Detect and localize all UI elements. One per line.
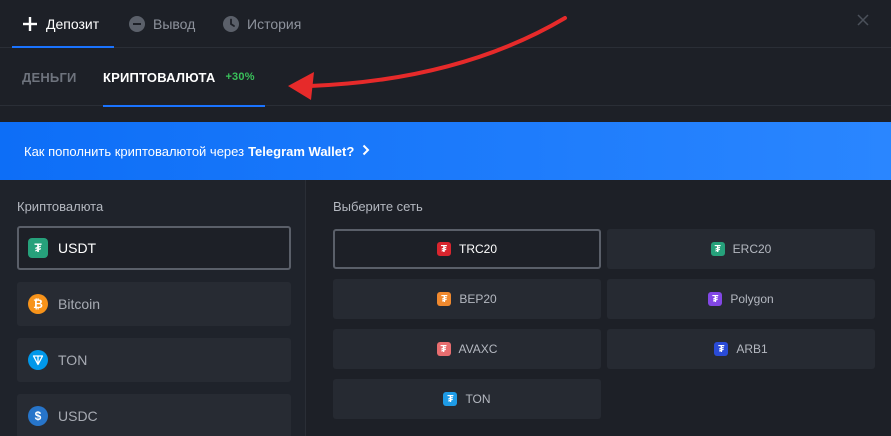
coin-bitcoin[interactable]: ₿ Bitcoin: [17, 282, 291, 326]
network-panel-title: Выберите сеть: [333, 199, 423, 214]
trc20-icon: ₮: [436, 242, 451, 256]
arb1-icon: ₮: [714, 342, 729, 356]
network-arb1[interactable]: ₮ ARB1: [607, 329, 875, 369]
coin-label: Bitcoin: [58, 296, 101, 312]
network-label: ERC20: [732, 242, 772, 256]
coin-usdc[interactable]: $ USDC: [17, 394, 291, 436]
banner-highlight: Telegram Wallet?: [248, 143, 355, 159]
erc20-icon: ₮: [710, 242, 725, 256]
tab-deposit[interactable]: Депозит: [12, 0, 114, 48]
chevron-right-icon: [362, 143, 370, 159]
crypto-panel: Криптовалюта ₮ USDT ₿ Bitcoin TON $ USDC: [0, 180, 306, 436]
network-label: AVAXC: [458, 342, 498, 356]
sub-tabs: ДЕНЬГИ КРИПТОВАЛЮТА +30%: [0, 48, 891, 107]
bitcoin-icon: ₿: [28, 294, 48, 314]
telegram-wallet-banner[interactable]: Как пополнить криптовалютой через Telegr…: [0, 122, 891, 180]
network-label: Polygon: [730, 292, 774, 306]
coin-usdt[interactable]: ₮ USDT: [17, 226, 291, 270]
minus-circle-icon: [129, 16, 145, 32]
ton-icon: [28, 350, 48, 370]
tether-icon: ₮: [28, 238, 48, 258]
polygon-icon: ₮: [708, 292, 723, 306]
bep20-icon: ₮: [437, 292, 452, 306]
plus-icon: [22, 16, 38, 32]
network-polygon[interactable]: ₮ Polygon: [607, 279, 875, 319]
ton-network-icon: ₮: [443, 392, 458, 406]
network-label: BEP20: [459, 292, 497, 306]
tab-money-label: ДЕНЬГИ: [22, 69, 77, 85]
network-avaxc[interactable]: ₮ AVAXC: [333, 329, 601, 369]
tab-crypto-label: КРИПТОВАЛЮТА: [103, 69, 216, 85]
clock-icon: [223, 16, 239, 32]
bonus-badge: +30%: [225, 71, 255, 83]
tab-deposit-label: Депозит: [46, 16, 100, 32]
network-label: ARB1: [736, 342, 768, 356]
crypto-panel-title: Криптовалюта: [17, 199, 104, 214]
network-label: TON: [465, 392, 491, 406]
usdc-icon: $: [28, 406, 48, 426]
network-panel: Выберите сеть ₮ TRC20 ₮ ERC20 ₮ BEP20 ₮ …: [307, 180, 891, 436]
network-trc20[interactable]: ₮ TRC20: [333, 229, 601, 269]
coin-label: TON: [58, 352, 88, 368]
coin-label: USDT: [58, 240, 97, 256]
tab-history[interactable]: История: [223, 0, 301, 48]
avaxc-icon: ₮: [436, 342, 451, 356]
tab-withdraw-label: Вывод: [153, 16, 196, 32]
close-icon[interactable]: [855, 13, 871, 29]
top-tabs: Депозит Вывод История: [0, 0, 891, 48]
tab-history-label: История: [247, 16, 302, 32]
coin-ton[interactable]: TON: [17, 338, 291, 382]
tab-withdraw[interactable]: Вывод: [129, 0, 195, 48]
banner-text: Как пополнить криптовалютой через: [24, 143, 245, 159]
tab-money[interactable]: ДЕНЬГИ: [22, 48, 77, 106]
network-bep20[interactable]: ₮ BEP20: [333, 279, 601, 319]
coin-label: USDC: [58, 408, 98, 424]
tab-crypto[interactable]: КРИПТОВАЛЮТА +30%: [103, 48, 265, 107]
network-ton[interactable]: ₮ TON: [333, 379, 601, 419]
network-erc20[interactable]: ₮ ERC20: [607, 229, 875, 269]
network-label: TRC20: [458, 242, 497, 256]
